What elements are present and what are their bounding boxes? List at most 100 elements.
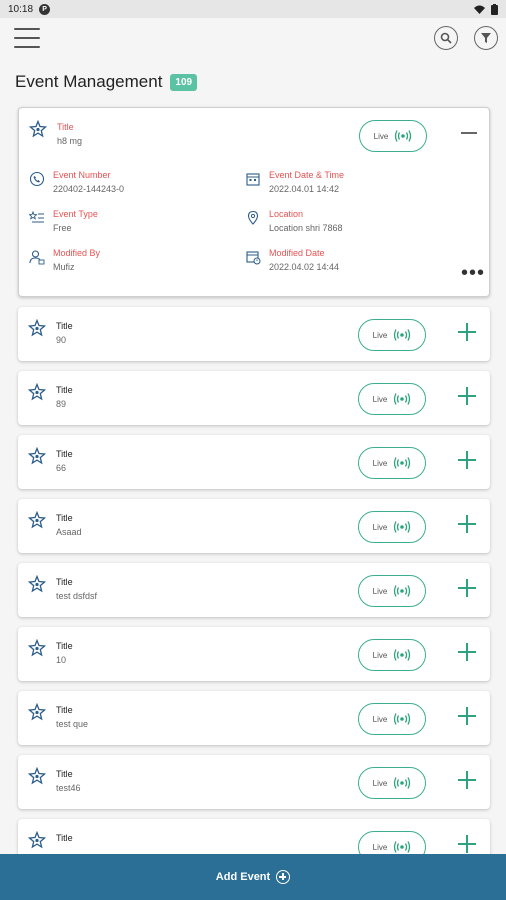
page-heading: Event Management 109 (15, 72, 198, 92)
expand-plus-icon[interactable] (456, 705, 478, 727)
live-button[interactable]: Live (358, 383, 426, 415)
add-event-button[interactable]: Add Event (0, 854, 506, 900)
app-notification-icon: P (39, 3, 51, 15)
filter-icon (481, 33, 491, 43)
calendar-clock-icon (246, 251, 261, 265)
modified-by-value: Mufiz (53, 262, 75, 272)
live-button[interactable]: Live (358, 703, 426, 735)
star-badge-icon (28, 639, 46, 657)
page-title: Event Management (15, 72, 163, 91)
event-date-label: Event Date & Time (269, 170, 345, 180)
title-label: Title (56, 769, 73, 779)
live-label: Live (372, 330, 388, 340)
event-date-field: Event Date & Time 2022.04.01 14:42 (245, 170, 344, 194)
star-badge-icon (28, 447, 46, 465)
live-label: Live (372, 586, 388, 596)
expand-plus-icon[interactable] (456, 641, 478, 663)
live-button[interactable]: Live (358, 767, 426, 799)
live-label: Live (372, 458, 388, 468)
live-button[interactable]: Live (358, 447, 426, 479)
event-card-expanded[interactable]: Title h8 mg Live Event Number 220402-144… (18, 107, 490, 297)
calendar-icon (246, 173, 260, 186)
title-value: Asaad (56, 527, 82, 537)
title-label: Title (57, 122, 74, 132)
live-button[interactable]: Live (358, 319, 426, 351)
broadcast-icon (394, 457, 411, 469)
star-badge-icon (28, 575, 46, 593)
menu-icon[interactable] (14, 28, 40, 48)
title-label: Title (56, 833, 73, 843)
wifi-icon (474, 5, 485, 14)
live-label: Live (372, 842, 388, 852)
event-card[interactable]: Title 66 Live (18, 435, 490, 489)
event-card[interactable]: Title 10 Live (18, 627, 490, 681)
event-number-value: 220402-144243-0 (53, 184, 125, 194)
title-label: Title (56, 513, 73, 523)
event-type-value: Free (53, 223, 72, 233)
more-options-icon[interactable]: ••• (461, 263, 485, 283)
live-button[interactable]: Live (358, 511, 426, 543)
title-value: test46 (56, 783, 81, 793)
event-card[interactable]: Title test46 Live (18, 755, 490, 809)
event-type-field: Event Type Free (29, 209, 98, 233)
expand-plus-icon[interactable] (456, 385, 478, 407)
live-label: Live (372, 778, 388, 788)
event-card[interactable]: Title test que Live (18, 691, 490, 745)
title-value: test dsfdsf (56, 591, 98, 601)
live-label: Live (373, 131, 389, 141)
event-date-value: 2022.04.01 14:42 (269, 184, 340, 194)
broadcast-icon (394, 649, 411, 661)
star-badge-icon (28, 831, 46, 849)
event-card[interactable]: Title Asaad Live (18, 499, 490, 553)
title-label: Title (56, 641, 73, 651)
title-value: 10 (56, 655, 67, 665)
star-badge-icon (28, 767, 46, 785)
event-card[interactable]: Title 90 Live (18, 307, 490, 361)
live-label: Live (372, 394, 388, 404)
title-value: 89 (56, 399, 67, 409)
title-label: Title (56, 449, 73, 459)
live-button[interactable]: Live (358, 575, 426, 607)
event-card[interactable]: Title test dsfdsf Live (18, 563, 490, 617)
title-value: h8 mg (57, 136, 83, 146)
location-pin-icon (247, 210, 259, 225)
filter-button[interactable] (474, 26, 498, 50)
event-number-field: Event Number 220402-144243-0 (29, 170, 124, 194)
expand-plus-icon[interactable] (456, 769, 478, 791)
title-value: test que (56, 719, 89, 729)
broadcast-icon (394, 841, 411, 853)
star-badge-icon (28, 383, 46, 401)
expand-plus-icon[interactable] (456, 449, 478, 471)
add-circle-icon (276, 870, 291, 884)
status-time: 10:18 (8, 3, 34, 15)
expand-plus-icon[interactable] (456, 513, 478, 535)
title-label: Title (56, 385, 73, 395)
event-type-icon (29, 210, 44, 223)
search-button[interactable] (434, 26, 458, 50)
phone-icon (29, 171, 45, 187)
app-bar (0, 18, 506, 60)
broadcast-icon (394, 521, 411, 533)
location-value: Location shri 7868 (269, 223, 343, 233)
title-label: Title (56, 577, 73, 587)
location-label: Location (269, 209, 304, 219)
expand-plus-icon[interactable] (456, 833, 478, 855)
star-badge-icon (28, 319, 46, 337)
broadcast-icon (394, 713, 411, 725)
collapse-button[interactable] (461, 132, 477, 134)
event-type-label: Event Type (53, 209, 98, 219)
expand-plus-icon[interactable] (456, 321, 478, 343)
live-button[interactable]: Live (359, 120, 427, 152)
modified-by-field: Modified By Mufiz (29, 248, 100, 272)
title-value: 90 (56, 335, 67, 345)
title-label: Title (56, 705, 73, 715)
event-card[interactable]: Title 89 Live (18, 371, 490, 425)
expand-plus-icon[interactable] (456, 577, 478, 599)
live-label: Live (372, 650, 388, 660)
location-field: Location Location shri 7868 (245, 209, 343, 233)
search-icon (440, 32, 452, 44)
live-button[interactable]: Live (358, 639, 426, 671)
event-list: Title h8 mg Live Event Number 220402-144… (18, 107, 490, 883)
battery-icon (491, 3, 498, 15)
event-count-badge: 109 (170, 73, 198, 91)
